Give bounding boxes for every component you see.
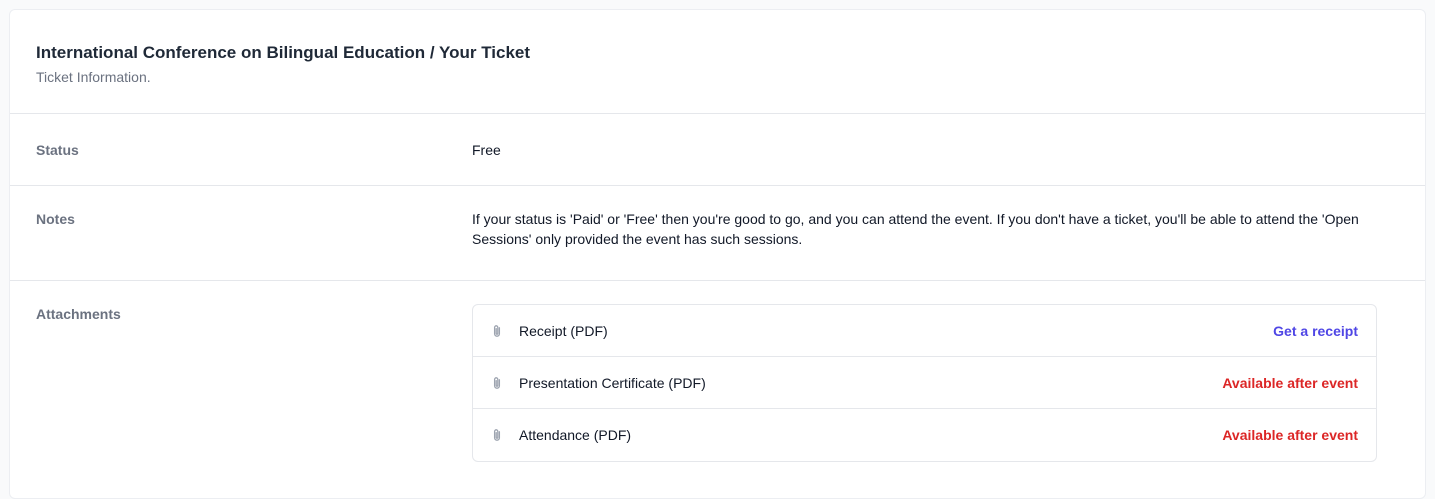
paperclip-icon	[493, 376, 501, 389]
availability-status: Available after event	[1222, 427, 1358, 443]
notes-label: Notes	[36, 211, 75, 227]
paperclip-icon	[493, 324, 501, 337]
card-header: International Conference on Bilingual Ed…	[10, 10, 1425, 114]
page-subtitle: Ticket Information.	[36, 69, 151, 85]
attachments-label: Attachments	[36, 306, 121, 322]
get-receipt-link[interactable]: Get a receipt	[1273, 321, 1358, 341]
attachments-list: Receipt (PDF) Get a receipt Presentation…	[472, 304, 1377, 462]
paperclip-icon	[493, 429, 501, 441]
page-title: International Conference on Bilingual Ed…	[36, 43, 531, 62]
attachment-presentation-certificate: Presentation Certificate (PDF) Available…	[473, 357, 1376, 409]
attachment-name: Attendance (PDF)	[519, 427, 632, 443]
attachment-name: Receipt (PDF)	[519, 322, 608, 339]
status-row: Status Free	[10, 114, 1425, 186]
attachment-name: Presentation Certificate (PDF)	[519, 374, 706, 391]
attachments-row: Attachments Receipt (PDF) Get a receipt	[10, 281, 1425, 462]
notes-row: Notes If your status is 'Paid' or 'Free'…	[10, 186, 1425, 281]
notes-value: If your status is 'Paid' or 'Free' then …	[472, 211, 1359, 247]
status-value: Free	[472, 141, 501, 158]
attachment-attendance: Attendance (PDF) Available after event	[473, 409, 1376, 461]
status-label: Status	[36, 141, 79, 158]
ticket-card: International Conference on Bilingual Ed…	[9, 9, 1426, 499]
attachment-receipt: Receipt (PDF) Get a receipt	[473, 305, 1376, 357]
availability-status: Available after event	[1222, 374, 1358, 391]
